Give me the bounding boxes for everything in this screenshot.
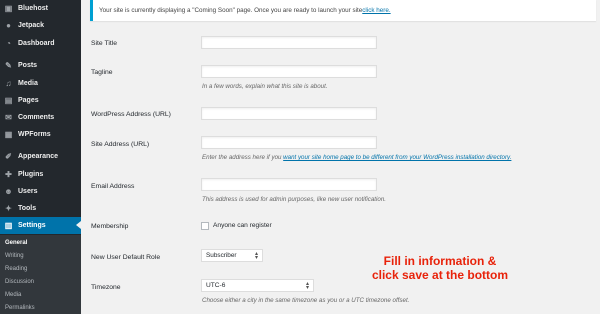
sidebar-item-media[interactable]: ♫ Media [0, 75, 81, 92]
timezone-label: Timezone [91, 284, 121, 291]
settings-submenu: General Writing Reading Discussion Media Perm… [0, 235, 81, 314]
tagline-input[interactable] [201, 65, 377, 78]
sidebar-item-label: Tools [18, 205, 37, 212]
sidebar-item-pages[interactable]: ▤ Pages [0, 92, 81, 109]
sidebar-item-wpforms[interactable]: ▦ WPForms [0, 126, 81, 143]
sidebar-item-plugins[interactable]: ✚ Plugins [0, 166, 81, 183]
sidebar-item-label: Pages [18, 97, 39, 104]
notice-click-here-link[interactable]: click here. [362, 7, 390, 14]
comments-icon: ✉ [5, 113, 12, 122]
bluehost-icon: ▣ [4, 4, 13, 13]
sidebar-item-label: Comments [18, 114, 55, 121]
timezone-description: Choose either a city in the same timezon… [202, 297, 410, 304]
settings-icon: ▥ [4, 221, 13, 230]
sidebar-item-settings[interactable]: ▥ Settings [0, 217, 81, 234]
notice-text: Your site is currently displaying a "Com… [99, 7, 363, 14]
sidebar-item-label: Settings [18, 222, 46, 229]
sidebar-item-users[interactable]: ☻ Users [0, 183, 81, 200]
site-address-input[interactable] [201, 136, 377, 149]
site-address-label: Site Address (URL) [91, 141, 150, 148]
plugins-icon: ✚ [5, 170, 12, 179]
default-role-select[interactable]: Subscriber ▴ ▾ [201, 249, 263, 262]
site-title-label: Site Title [91, 40, 118, 47]
users-icon: ☻ [4, 187, 13, 196]
default-role-label: New User Default Role [91, 254, 161, 261]
submenu-item-media[interactable]: Media [5, 292, 21, 298]
wpforms-icon: ▦ [4, 130, 13, 139]
sidebar-item-label: Bluehost [18, 5, 48, 12]
site-address-help-link[interactable]: want your site home page to be different… [283, 154, 511, 161]
select-chevron-icon: ▴ ▾ [305, 281, 309, 291]
sidebar-item-appearance[interactable]: ✐ Appearance [0, 148, 81, 165]
select-chevron-icon: ▴ ▾ [254, 251, 258, 261]
membership-label: Membership [91, 223, 129, 230]
submenu-item-writing[interactable]: Writing [5, 253, 24, 259]
pages-icon: ▤ [4, 96, 13, 105]
jetpack-icon: ● [6, 21, 11, 30]
wordpress-address-label: WordPress Address (URL) [91, 111, 171, 118]
site-title-input[interactable] [201, 36, 377, 49]
media-icon: ♫ [5, 79, 12, 88]
main-content: Your site is currently displaying a "Com… [81, 0, 600, 314]
timezone-select[interactable]: UTC-6 ▴ ▾ [201, 279, 314, 292]
annotation-line-1: Fill in information & [383, 254, 497, 268]
sidebar-item-comments[interactable]: ✉ Comments [0, 109, 81, 126]
sidebar-item-label: Plugins [18, 171, 44, 178]
email-address-label: Email Address [91, 183, 135, 190]
submenu-item-general[interactable]: General [5, 240, 27, 246]
submenu-item-permalinks[interactable]: Permalinks [5, 305, 35, 311]
sidebar-item-posts[interactable]: ✎ Posts [0, 57, 81, 74]
submenu-item-reading[interactable]: Reading [5, 266, 27, 272]
sidebar-item-dashboard[interactable]: ◔ Dashboard [0, 35, 81, 52]
sidebar-item-label: Appearance [18, 153, 59, 160]
pin-icon: ✎ [5, 61, 12, 70]
dashboard-icon: ◔ [6, 39, 11, 48]
default-role-value: Subscriber [206, 252, 237, 259]
instruction-annotation: Fill in information & click save at the … [360, 254, 520, 282]
annotation-line-2: click save at the bottom [371, 268, 509, 282]
timezone-value: UTC-6 [206, 282, 226, 289]
paintbrush-icon: ✐ [5, 152, 12, 161]
email-address-input[interactable] [201, 178, 377, 191]
site-address-description-text: Enter the address here if you [202, 154, 284, 161]
sidebar-item-jetpack[interactable]: ● Jetpack [0, 17, 81, 34]
site-address-description: Enter the address here if you want your … [202, 154, 511, 161]
wordpress-address-input[interactable] [201, 107, 377, 120]
tagline-label: Tagline [91, 69, 113, 76]
sidebar-item-label: Users [18, 188, 38, 195]
sidebar-item-label: Dashboard [18, 40, 55, 47]
sidebar-item-label: Posts [18, 62, 38, 69]
email-description: This address is used for admin purposes,… [202, 196, 386, 203]
sidebar-item-label: Media [18, 80, 38, 87]
tagline-description: In a few words, explain what this site i… [202, 83, 328, 90]
submenu-item-discussion[interactable]: Discussion [5, 279, 34, 285]
sidebar-item-label: Jetpack [18, 22, 45, 29]
sidebar-item-label: WPForms [18, 131, 51, 138]
coming-soon-notice: Your site is currently displaying a "Com… [90, 0, 596, 21]
tools-icon: ✦ [5, 204, 12, 213]
sidebar-item-bluehost[interactable]: ▣ Bluehost [0, 0, 81, 17]
anyone-can-register-label[interactable]: Anyone can register [213, 222, 272, 229]
sidebar-item-tools[interactable]: ✦ Tools [0, 200, 81, 217]
anyone-can-register-checkbox[interactable] [201, 222, 209, 230]
